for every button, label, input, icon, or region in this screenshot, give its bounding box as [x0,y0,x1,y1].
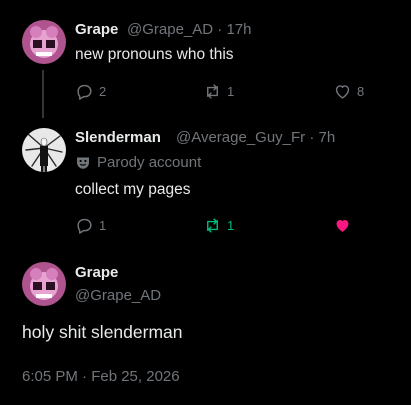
focus-tweet-text: holy shit slenderman [22,322,183,342]
tweet2-retweet-button[interactable]: 1 [203,216,234,235]
tweet2-retweet-count: 1 [227,218,235,233]
tweet1-handle[interactable]: @Grape_AD · 17h [127,21,251,38]
retweet-icon [203,216,222,235]
tweet2-handle[interactable]: @Average_Guy_Fr · 7h [176,129,335,146]
reply-icon [75,216,94,235]
tweet2-text: collect my pages [75,181,191,198]
tweet1-display-name[interactable]: Grape [75,21,118,38]
avatar-slenderman[interactable] [22,128,66,172]
heart-icon [333,82,352,101]
tweet2-handle-text[interactable]: @Average_Guy_Fr [176,129,305,146]
focus-timestamp[interactable]: 6:05 PM · Feb 25, 2026 [22,368,180,385]
tweet2-display-name[interactable]: Slenderman [75,129,161,146]
tweet1-retweet-button[interactable]: 1 [203,82,234,101]
tweet2-separator: · [309,129,315,146]
tweet2-reply-count: 1 [99,218,107,233]
parody-account-label: Parody account [97,154,202,171]
thread-connector-line [42,70,44,118]
tweet1-handle-text[interactable]: @Grape_AD [127,21,213,38]
heart-icon [333,216,352,235]
tweet1-retweet-count: 1 [227,84,235,99]
tweet1-like-count: 8 [357,84,365,99]
tweet1-separator: · [217,21,223,38]
tweet2-time[interactable]: 7h [319,129,336,146]
tweet1-time[interactable]: 17h [226,21,251,38]
tweet1-text: new pronouns who this [75,46,234,63]
avatar-grape-focus[interactable] [22,262,66,306]
tweet2-like-button[interactable] [333,216,352,235]
theater-mask-icon [75,155,91,171]
tweet2-reply-button[interactable]: 1 [75,216,106,235]
focus-display-name[interactable]: Grape [75,264,118,281]
reply-icon [75,82,94,101]
focus-handle[interactable]: @Grape_AD [75,287,161,304]
tweet1-reply-count: 2 [99,84,107,99]
tweet1-like-button[interactable]: 8 [333,82,364,101]
retweet-icon [203,82,222,101]
parody-account-badge: Parody account [75,154,201,171]
avatar-grape[interactable] [22,20,66,64]
tweet1-reply-button[interactable]: 2 [75,82,106,101]
